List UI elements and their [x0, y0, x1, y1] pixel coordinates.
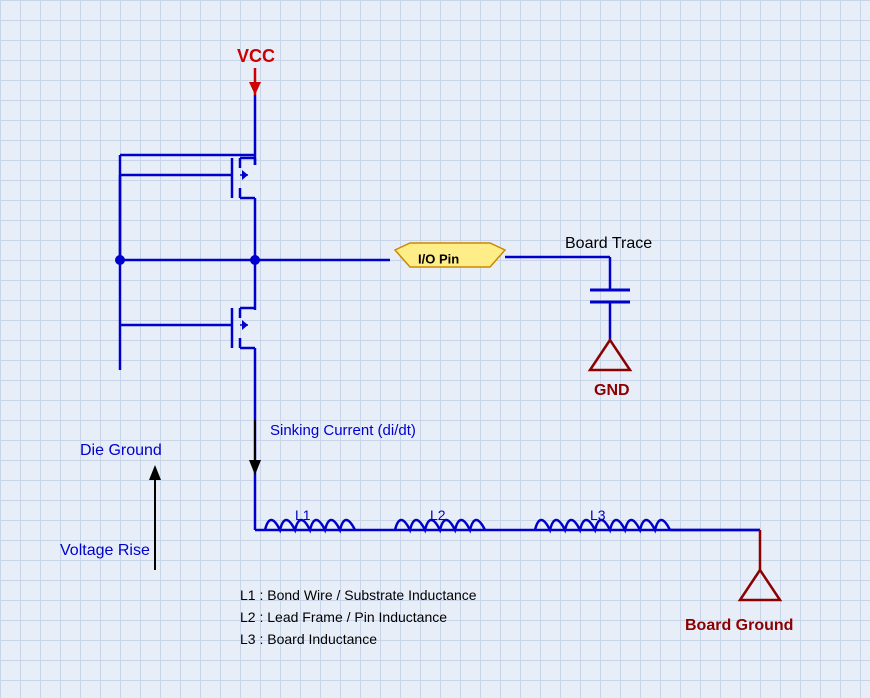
gnd-label: GND: [594, 382, 630, 399]
voltage-rise-label: Voltage Rise: [60, 542, 150, 559]
sinking-current-label: Sinking Current (di/dt): [270, 422, 416, 439]
legend-l1: L1 : Bond Wire / Substrate Inductance: [240, 587, 477, 603]
legend-l3: L3 : Board Inductance: [240, 631, 377, 647]
io-pin-label: I/O Pin: [418, 251, 459, 266]
legend-l2: L2 : Lead Frame / Pin Inductance: [240, 609, 447, 625]
board-ground-label: Board Ground: [685, 617, 793, 634]
die-ground-label: Die Ground: [80, 442, 162, 459]
vcc-label: VCC: [237, 46, 275, 66]
board-trace-label: Board Trace: [565, 235, 652, 252]
